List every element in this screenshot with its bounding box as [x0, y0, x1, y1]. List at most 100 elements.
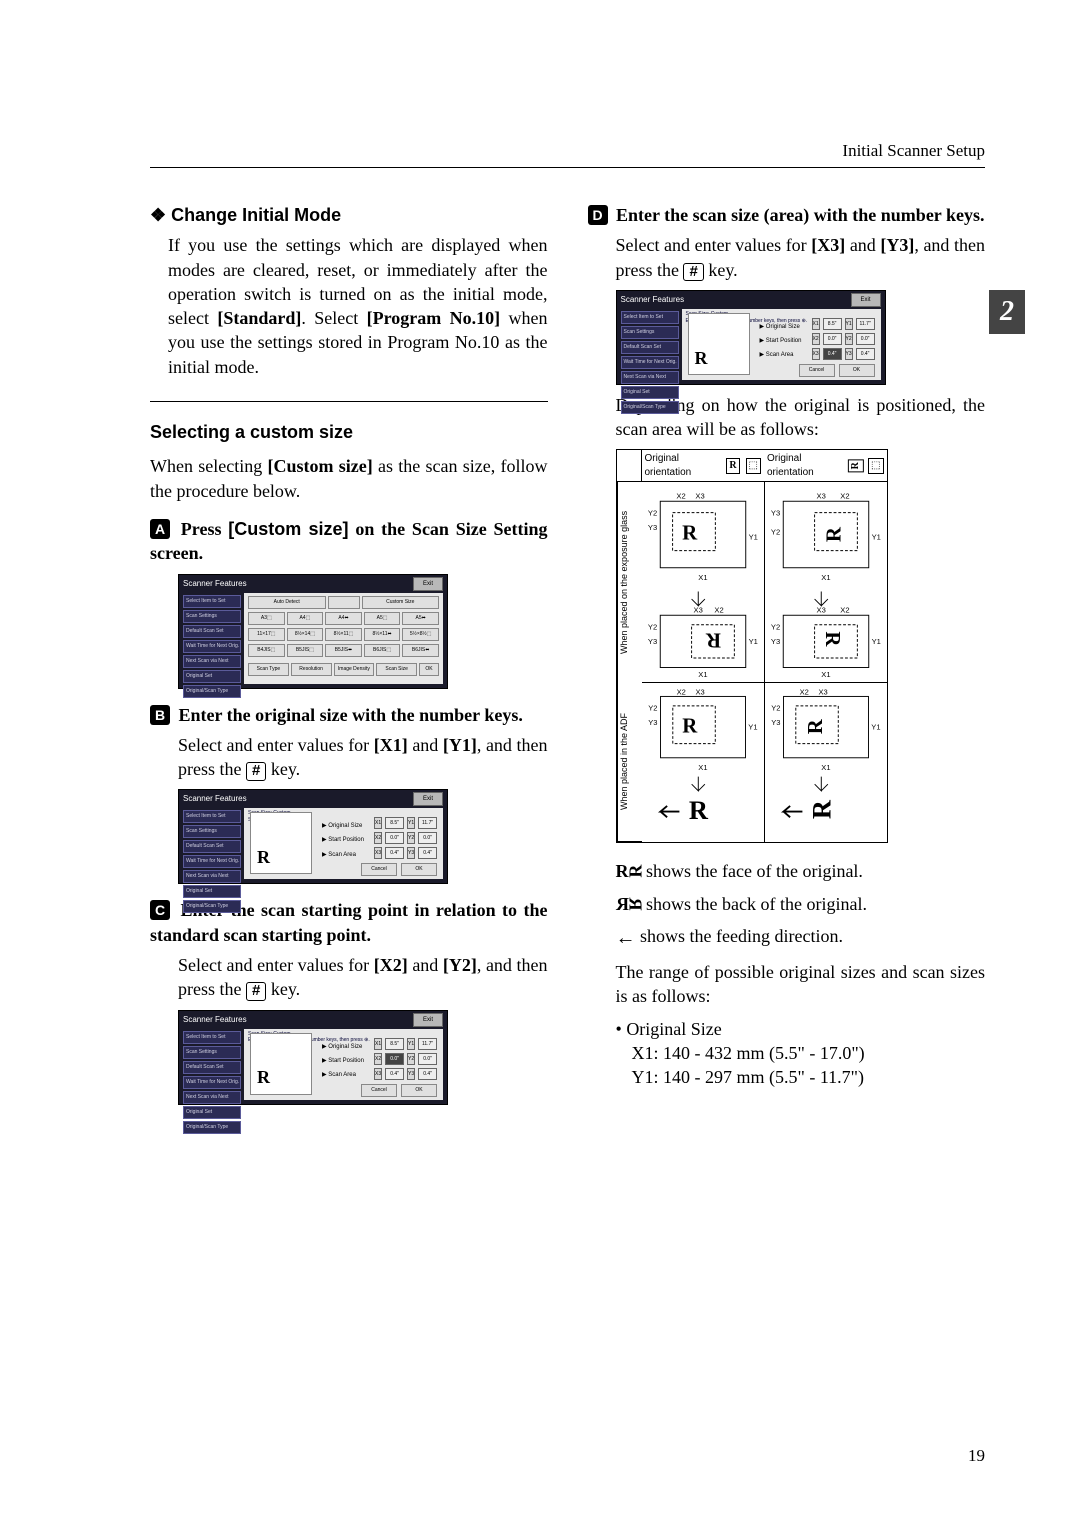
svg-text:Y2: Y2 [647, 623, 656, 632]
svg-text:X3: X3 [816, 606, 825, 615]
breadcrumb: Initial Scanner Setup [842, 141, 985, 160]
step-number-icon: C [150, 900, 170, 920]
orient-cell-adf-portrait: R X2 X3 Y2 Y3 Y1 X1 R [642, 682, 764, 842]
hash-key-icon: # [246, 982, 266, 1001]
change-mode-paragraph: If you use the settings which are displa… [168, 233, 548, 379]
chapter-tab: 2 [989, 290, 1025, 334]
svg-text:Y3: Y3 [770, 509, 779, 518]
orient-col2-header: Original orientation R ⬚ [764, 450, 887, 482]
orient-cell-adf-landscape: R X2X3 Y2Y3 Y1X1 R [764, 682, 887, 842]
svg-text:Y2: Y2 [771, 704, 780, 713]
svg-text:Y1: Y1 [748, 533, 757, 542]
svg-text:Y1: Y1 [871, 637, 880, 646]
page-number: 19 [968, 1445, 985, 1468]
legend-face: RR shows the face of the original. [616, 859, 986, 883]
svg-text:R: R [688, 796, 708, 826]
range-original-size: Original Size [616, 1017, 986, 1041]
heading-selecting-custom-size: Selecting a custom size [150, 420, 548, 444]
legend-back: RR shows the back of the original. [616, 892, 986, 916]
range-list: Original Size [616, 1017, 986, 1041]
orient-row1-label: When placed on the exposure glass [617, 482, 642, 682]
svg-text:X2: X2 [840, 492, 849, 501]
running-header: Initial Scanner Setup [150, 140, 985, 168]
step-4-body: Select and enter values for [X3] and [Y3… [616, 233, 986, 282]
two-column-layout: Change Initial Mode If you use the setti… [150, 203, 985, 1113]
range-y1: Y1: 140 - 297 mm (5.5" - 11.7") [632, 1065, 986, 1089]
page-icon: ⬚ [746, 458, 761, 474]
diagram-icon: R [250, 812, 312, 874]
svg-text:Y3: Y3 [770, 637, 779, 646]
svg-text:X2: X2 [676, 688, 685, 697]
svg-text:Y2: Y2 [647, 509, 656, 518]
svg-text:X3: X3 [818, 688, 827, 697]
svg-text:X1: X1 [698, 574, 707, 583]
svg-text:X1: X1 [698, 763, 707, 772]
orientation-svg: R X2 X3 Y2 Y3 Y1 X1 R X3 X2 Y2 Y3 Y1 X1 [646, 486, 760, 678]
step-number-icon: B [150, 705, 170, 725]
svg-text:Y2: Y2 [648, 704, 657, 713]
step-number-icon: A [150, 519, 170, 539]
step-4: D Enter the scan size (area) with the nu… [588, 203, 986, 227]
left-column: Change Initial Mode If you use the setti… [150, 203, 548, 1113]
svg-text:R: R [682, 716, 698, 738]
orient-col1-header: Original orientation R ⬚ [642, 450, 765, 482]
orientation-diagram: Original orientation R ⬚ Original orient… [616, 449, 888, 843]
range-x1: X1: 140 - 432 mm (5.5" - 17.0") [632, 1041, 986, 1065]
svg-text:Y2: Y2 [770, 623, 779, 632]
divider [150, 401, 548, 402]
svg-text:R: R [682, 521, 698, 545]
shot-sidebar: Select Item to Set Scan Settings Default… [183, 593, 241, 684]
svg-text:X3: X3 [695, 492, 704, 501]
svg-text:R: R [821, 632, 845, 648]
svg-text:R: R [705, 629, 721, 653]
svg-text:X2: X2 [676, 492, 685, 501]
r-rotated-icon: R [848, 459, 864, 472]
svg-text:Y3: Y3 [648, 718, 657, 727]
r-icon: R [726, 458, 739, 474]
step-2: B Enter the original size with the numbe… [150, 703, 548, 727]
svg-text:Y2: Y2 [770, 528, 779, 537]
orient-cell-glass-portrait: R X2 X3 Y2 Y3 Y1 X1 R X3 X2 Y2 Y3 Y1 X1 [642, 482, 764, 682]
screenshot-scan-size-setting: Scanner Features Exit Select Item to Set… [178, 574, 448, 689]
diagram-icon: R [250, 1033, 312, 1095]
svg-text:R: R [805, 719, 827, 735]
svg-text:X3: X3 [695, 688, 704, 697]
svg-text:X2: X2 [840, 606, 849, 615]
svg-text:Y3: Y3 [647, 523, 656, 532]
orient-cell-glass-landscape: R X3 X2 Y3 Y2 Y1 X1 R X3 X2 Y3 Y2 Y1 X1 [764, 482, 887, 682]
svg-text:R: R [821, 527, 845, 543]
right-column: D Enter the scan size (area) with the nu… [588, 203, 986, 1113]
svg-text:R: R [806, 800, 836, 820]
step-3-body: Select and enter values for [X2] and [Y2… [178, 953, 548, 1002]
page-landscape-icon: ⬚ [868, 458, 883, 474]
arrow-left-icon: ← [616, 927, 636, 949]
svg-text:Y1: Y1 [871, 533, 880, 542]
step-1: A Press [Custom size] on the Scan Size S… [150, 517, 548, 566]
svg-text:X1: X1 [821, 670, 830, 678]
step-2-body: Select and enter values for [X1] and [Y1… [178, 733, 548, 782]
svg-text:X2: X2 [799, 688, 808, 697]
svg-text:X1: X1 [821, 763, 830, 772]
hash-key-icon: # [683, 263, 703, 282]
svg-text:X3: X3 [693, 606, 702, 615]
svg-text:Y3: Y3 [647, 637, 656, 646]
diagram-icon: R [688, 313, 750, 375]
orient-row2-label: When placed in the ADF [617, 682, 642, 842]
svg-text:X1: X1 [821, 574, 830, 583]
svg-text:Y3: Y3 [771, 718, 780, 727]
range-intro: The range of possible original sizes and… [616, 960, 986, 1009]
shot-title: Scanner Features [183, 579, 247, 590]
svg-text:X2: X2 [714, 606, 723, 615]
step-number-icon: D [588, 205, 608, 225]
screenshot-enter-scan-area: Scanner Features Exit Select Item to Set… [616, 290, 886, 385]
svg-text:X1: X1 [698, 670, 707, 678]
heading-change-initial-mode: Change Initial Mode [150, 203, 548, 227]
exit-button[interactable]: Exit [413, 577, 443, 591]
custom-size-intro: When selecting [Custom size] as the scan… [150, 454, 548, 503]
svg-text:Y1: Y1 [748, 723, 757, 732]
page: Initial Scanner Setup 2 Change Initial M… [0, 0, 1080, 1528]
legend-feed: ← shows the feeding direction. [616, 924, 986, 952]
screenshot-enter-original-size: Scanner Features Exit Select Item to Set… [178, 789, 448, 884]
svg-text:Y1: Y1 [748, 637, 757, 646]
svg-text:X3: X3 [816, 492, 825, 501]
